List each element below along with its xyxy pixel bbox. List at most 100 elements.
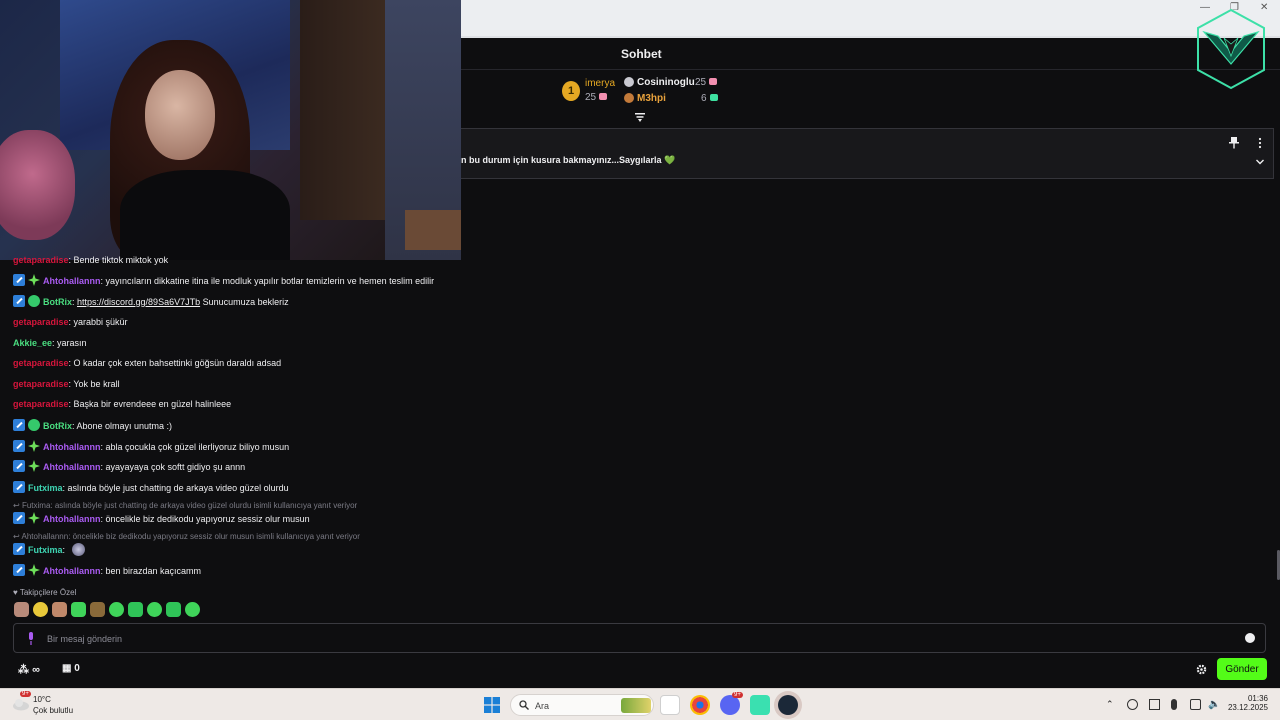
heart-icon: ♥ <box>13 588 20 597</box>
sync-icon[interactable] <box>1127 699 1138 710</box>
moderator-badge-icon <box>13 460 25 472</box>
leader-second-name[interactable]: Cosininoglu <box>637 77 695 88</box>
chat-username[interactable]: getaparadise <box>13 379 69 389</box>
discord-link[interactable]: https://discord.gg/89Sa6V7JTb <box>77 297 200 307</box>
leader-first-points: 25 <box>585 92 608 103</box>
search-label: Ara <box>535 701 550 711</box>
chevron-up-icon[interactable]: ⌃ <box>1106 699 1117 710</box>
reply-text: Ahtohallannn: öncelikle biz dedikodu yap… <box>21 532 360 541</box>
webcam-video <box>0 0 461 260</box>
chat-message: Ahtohallannn: öncelikle biz dedikodu yap… <box>13 512 310 525</box>
chat-message: getaparadise: Bende tiktok miktok yok <box>13 254 168 266</box>
chat-text: : Yok be krall <box>68 379 120 389</box>
chat-message: getaparadise: Başka bir evrendeee en güz… <box>13 398 231 410</box>
emoji-picker-icon[interactable] <box>1245 633 1255 643</box>
chat-text: : Abone olmayı unutma :) <box>72 421 173 431</box>
points-icon: ⁂ <box>18 664 33 676</box>
sparkle-badge-icon <box>28 274 40 286</box>
chat-message: Akkie_ee: yarasın <box>13 337 87 349</box>
store-button[interactable]: ▦ 0 <box>62 663 80 674</box>
emote-icon[interactable] <box>52 602 67 617</box>
emote-icon[interactable] <box>90 602 105 617</box>
chat-input-box[interactable] <box>13 623 1266 653</box>
webcam-streamer-face <box>145 70 215 160</box>
emote-icon[interactable] <box>33 602 48 617</box>
discord-badge: 9+ <box>732 692 743 698</box>
reply-context: ↩ Ahtohallannn: öncelikle biz dedikodu y… <box>13 532 360 541</box>
rank-medal-icon: 1 <box>562 81 580 101</box>
chat-username[interactable]: getaparadise <box>13 399 69 409</box>
store-icon: ▦ <box>62 663 75 674</box>
chat-username[interactable]: Ahtohallannn <box>43 276 101 286</box>
chat-username[interactable]: getaparadise <box>13 317 69 327</box>
chat-text: : ben birazdan kaçıcamm <box>100 566 202 576</box>
emote-icon[interactable] <box>109 602 124 617</box>
chat-username[interactable]: Futxima <box>28 545 63 555</box>
microphone-tray-icon[interactable] <box>1171 699 1177 710</box>
verified-bot-badge-icon <box>28 295 40 307</box>
chat-message: getaparadise: Yok be krall <box>13 378 120 390</box>
emote-icon[interactable] <box>185 602 200 617</box>
chat-username[interactable]: BotRix <box>43 297 72 307</box>
chat-bottom-bar: ⁂ ∞ ▦ 0 Gönder <box>0 655 1280 685</box>
volume-icon[interactable]: 🔈 <box>1208 699 1220 710</box>
chat-username[interactable]: Ahtohallannn <box>43 514 101 524</box>
bronze-rank-icon <box>624 93 634 103</box>
chat-username[interactable]: Ahtohallannn <box>43 462 101 472</box>
discord-icon[interactable] <box>720 695 740 715</box>
weather-badge: 9+ <box>20 691 31 697</box>
gift-gem-icon <box>709 94 718 101</box>
emote-icon[interactable] <box>166 602 181 617</box>
steam-icon[interactable] <box>778 695 798 715</box>
expand-filter-icon[interactable] <box>635 112 645 122</box>
chevron-down-icon[interactable] <box>1255 157 1265 167</box>
display-icon[interactable] <box>1190 699 1201 710</box>
channel-points[interactable]: ⁂ ∞ <box>18 663 40 676</box>
chat-text: : Başka bir evrendeee en güzel halinleee <box>68 399 232 409</box>
chat-text: : O kadar çok exten bahsettinki göğsün d… <box>68 358 282 368</box>
gift-gem-icon <box>709 78 718 85</box>
chat-message: getaparadise: yarabbi şükür <box>13 316 128 328</box>
network-off-icon[interactable] <box>1149 699 1160 710</box>
emote-icon[interactable] <box>71 602 86 617</box>
kick-app-icon[interactable] <box>750 695 770 715</box>
taskbar-search[interactable]: Ara <box>510 694 654 716</box>
file-explorer-icon[interactable] <box>660 695 680 715</box>
chat-message: Futxima: aslında böyle just chatting de … <box>13 481 289 494</box>
moderator-badge-icon <box>13 274 25 286</box>
microphone-icon[interactable] <box>27 632 35 645</box>
leader-second-points: 25 <box>695 77 718 88</box>
chrome-icon[interactable] <box>690 695 710 715</box>
browser-topbar: — ❐ ✕ <box>461 0 1280 38</box>
pinned-message[interactable]: n bu durum için kusura bakmayınız...Sayg… <box>461 128 1274 179</box>
chat-text: : öncelikle biz dedikodu yapıyoruz sessi… <box>100 514 310 524</box>
send-button[interactable]: Gönder <box>1217 658 1267 680</box>
moderator-badge-icon <box>13 481 25 493</box>
pin-icon[interactable] <box>1229 137 1239 149</box>
silver-rank-icon <box>624 77 634 87</box>
chat-text: : yayıncıların dikkatine itina ile modlu… <box>100 276 435 286</box>
moderator-badge-icon <box>13 512 25 524</box>
leader-third-points: 6 <box>701 93 718 104</box>
chat-username[interactable]: getaparadise <box>13 358 69 368</box>
chat-username[interactable]: getaparadise <box>13 255 69 265</box>
emote-icon[interactable] <box>128 602 143 617</box>
chat-header: Sohbet <box>461 38 1280 70</box>
leader-third-name[interactable]: M3hpi <box>637 93 666 104</box>
chat-username[interactable]: Ahtohallannn <box>43 442 101 452</box>
gear-icon[interactable] <box>1196 664 1207 675</box>
more-options-icon[interactable] <box>1257 137 1263 149</box>
emote-icon[interactable] <box>147 602 162 617</box>
chat-text: : Bende tiktok miktok yok <box>68 255 169 265</box>
chat-message-input[interactable] <box>47 630 1227 648</box>
emote-icon[interactable] <box>14 602 29 617</box>
webcam-door <box>300 0 385 220</box>
windows-start-icon[interactable] <box>484 697 500 713</box>
chat-username[interactable]: BotRix <box>43 421 72 431</box>
leader-first-name[interactable]: imerya <box>585 78 615 89</box>
chat-message: Ahtohallannn: yayıncıların dikkatine iti… <box>13 274 434 287</box>
chat-username[interactable]: Futxima <box>28 483 63 493</box>
chat-username[interactable]: Ahtohallannn <box>43 566 101 576</box>
chat-username[interactable]: Akkie_ee <box>13 338 52 348</box>
taskbar-clock[interactable]: 01:36 23.12.2025 <box>1222 694 1268 712</box>
